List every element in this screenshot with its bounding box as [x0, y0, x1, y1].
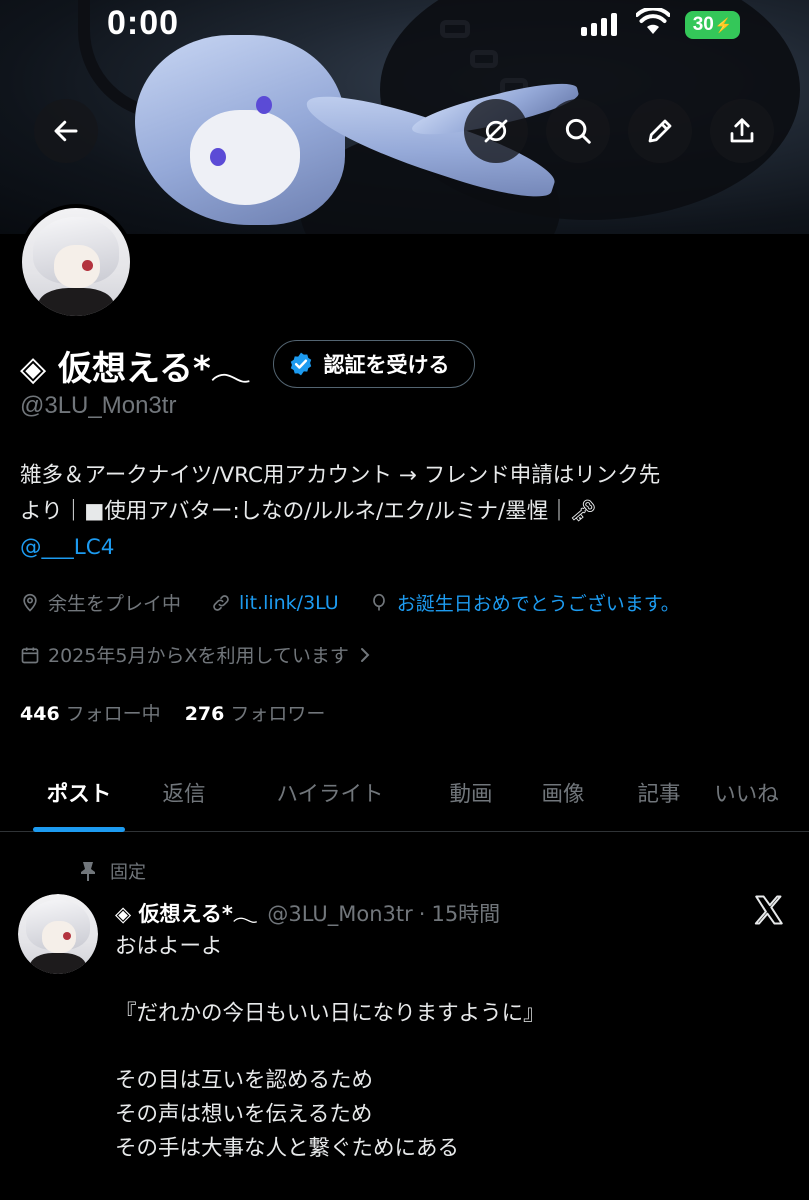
- post-separator: ·: [418, 902, 426, 926]
- grok-button[interactable]: [464, 99, 528, 163]
- x-logo-icon[interactable]: [752, 893, 786, 927]
- following-label: フォロー中: [65, 703, 161, 725]
- bio-line: 雑多＆アークナイツ/VRC用アカウント → フレンド申請はリンク先: [20, 463, 661, 488]
- bio-mention-link[interactable]: @___LC4: [20, 530, 790, 566]
- profile-meta: 余生をプレイ中 lit.link/3LU お誕生日おめでとうございます。: [20, 589, 710, 616]
- status-bar: 0:00 30 ⚡: [0, 0, 809, 50]
- edit-profile-button[interactable]: [628, 99, 692, 163]
- link-text: lit.link/3LU: [239, 591, 339, 614]
- battery-icon: 30 ⚡: [685, 11, 740, 39]
- following-count: 446: [20, 703, 60, 725]
- location-text: 余生をプレイ中: [48, 593, 182, 615]
- chevron-right-icon: [360, 647, 370, 662]
- followers-label: フォロワー: [230, 703, 326, 725]
- balloon-icon: [372, 593, 385, 610]
- location: 余生をプレイ中: [20, 589, 181, 616]
- tab-highlights[interactable]: ハイライト: [210, 752, 450, 832]
- get-verified-label: 認証を受ける: [323, 353, 450, 377]
- post-author-avatar[interactable]: [18, 894, 98, 974]
- back-button[interactable]: [34, 99, 98, 163]
- bio-line: より｜■使用アバター:しなの/ルルネ/エク/ルミナ/墨惺｜🗝: [20, 499, 598, 524]
- link-icon: [213, 594, 229, 611]
- post-author-name[interactable]: ◈ 仮想える*𓂃: [115, 893, 257, 928]
- profile-avatar[interactable]: [18, 204, 134, 320]
- share-button[interactable]: [710, 99, 774, 163]
- profile-name-row: ◈ 仮想える*𓂃 認証を受ける: [20, 336, 475, 392]
- wifi-icon: [635, 6, 671, 40]
- post-text: おはよーよ 『だれかの今日もいい日になりますように』 その目は互いを認めるため …: [115, 934, 545, 1161]
- profile-link[interactable]: lit.link/3LU: [211, 592, 339, 614]
- share-icon: [730, 118, 754, 143]
- join-date[interactable]: 2025年5月からXを利用しています: [20, 641, 373, 668]
- tab-media[interactable]: 画像: [492, 752, 634, 832]
- tab-replies[interactable]: 返信: [158, 752, 210, 832]
- location-pin-icon: [23, 593, 37, 612]
- cellular-signal-icon: [581, 12, 617, 36]
- pin-icon: [81, 862, 95, 881]
- followers-link[interactable]: 276 フォロワー: [185, 699, 326, 726]
- followers-count: 276: [184, 703, 225, 725]
- profile-name: ◈ 仮想える*𓂃: [20, 349, 251, 389]
- tab-likes[interactable]: いいね: [684, 752, 809, 832]
- get-verified-button[interactable]: 認証を受ける: [272, 340, 475, 388]
- birthday-text: お誕生日おめでとうございます。: [396, 593, 680, 615]
- profile-handle: @3LU_Mon3tr: [20, 392, 177, 419]
- verified-badge-icon: [290, 352, 311, 376]
- pencil-icon: [648, 119, 672, 143]
- tab-videos[interactable]: 動画: [450, 752, 493, 832]
- follow-stats: 446 フォロー中 276 フォロワー: [20, 699, 325, 726]
- grok-icon: [484, 119, 508, 143]
- following-link[interactable]: 446 フォロー中: [20, 699, 161, 726]
- post-author-handle[interactable]: @3LU_Mon3tr: [267, 902, 412, 926]
- join-date-text: 2025年5月からXを利用しています: [48, 645, 349, 667]
- search-icon: [565, 118, 591, 144]
- pinned-indicator: 固定: [78, 858, 146, 884]
- post-time[interactable]: 15時間: [431, 898, 500, 928]
- banner-character-face: [190, 110, 300, 205]
- birthday[interactable]: お誕生日おめでとうございます。: [369, 589, 680, 616]
- profile-tabs: ポスト 返信 ハイライト 動画 画像 記事 いいね: [0, 752, 809, 832]
- tab-articles[interactable]: 記事: [634, 752, 684, 832]
- arrow-left-icon: [54, 120, 78, 142]
- post-header: ◈ 仮想える*𓂃 @3LU_Mon3tr · 15時間: [115, 893, 500, 928]
- calendar-icon: [21, 647, 39, 663]
- status-time: 0:00: [107, 4, 180, 42]
- battery-level: 30: [692, 14, 714, 35]
- pinned-label: 固定: [110, 862, 146, 883]
- profile-bio: 雑多＆アークナイツ/VRC用アカウント → フレンド申請はリンク先 より｜■使用…: [20, 458, 790, 566]
- search-button[interactable]: [546, 99, 610, 163]
- join-date-item: 2025年5月からXを利用しています: [20, 641, 349, 668]
- tab-posts[interactable]: ポスト: [0, 752, 158, 832]
